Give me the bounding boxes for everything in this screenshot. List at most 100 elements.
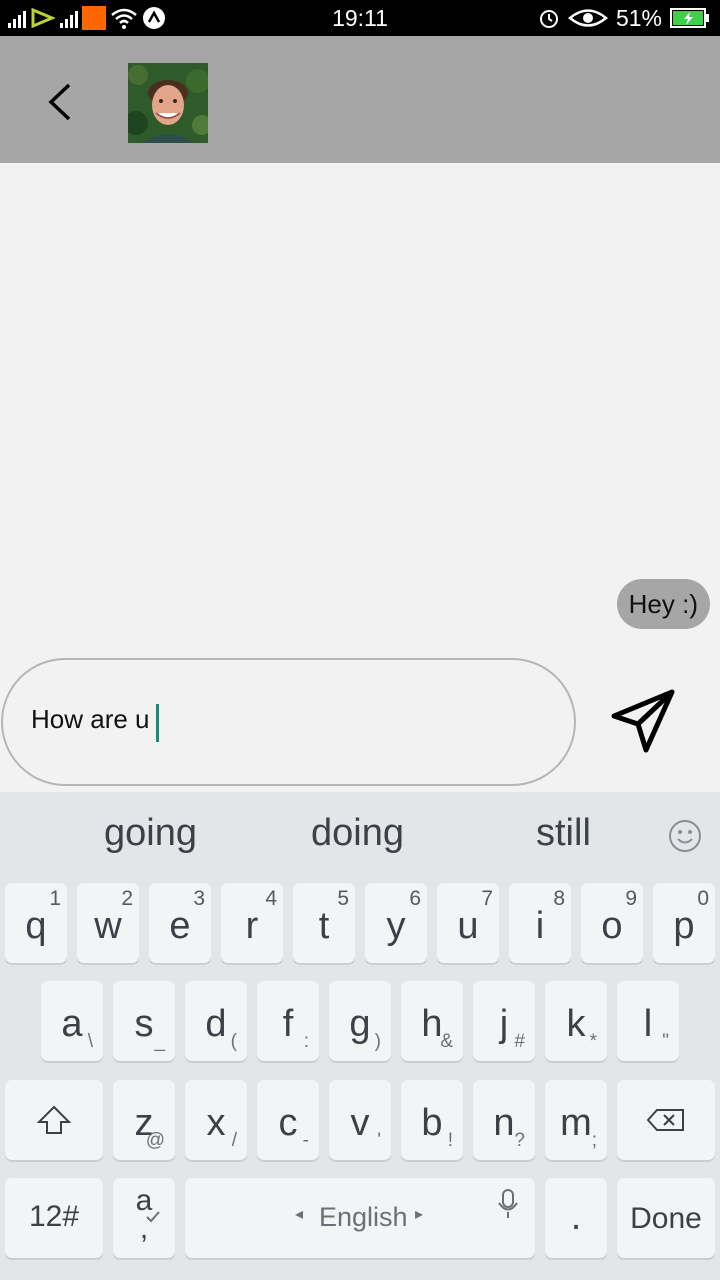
key-label: e [169,905,191,947]
key-label: d [205,1003,227,1045]
key-number-hint: 9 [625,887,637,910]
key-d[interactable]: d( [185,981,247,1061]
key-j[interactable]: j # [473,981,535,1061]
key-symbol-hint: ) [374,1031,381,1052]
language-key-comma: , [139,1212,149,1245]
language-key[interactable]: a , [113,1178,175,1258]
key-label: s [134,1003,154,1045]
numbers-key-label: 12# [28,1200,80,1233]
key-number-hint: 8 [553,887,565,910]
key-k[interactable]: k * [545,981,607,1061]
key-symbol-hint: ? [514,1130,525,1151]
key-symbol-hint: / [231,1130,237,1151]
backspace-key[interactable] [617,1080,715,1160]
avatar-photo [128,63,208,143]
key-n[interactable]: n? [473,1080,535,1160]
message-bubble-sent: Hey :) [616,579,710,629]
back-button[interactable] [38,80,82,124]
shift-key[interactable] [5,1080,103,1160]
suggestion-1[interactable]: going [104,812,197,855]
key-symbol-hint: ( [230,1031,237,1052]
send-button[interactable] [606,686,680,760]
microphone-icon[interactable] [497,1188,519,1220]
key-label: j [499,1003,509,1045]
key-symbol-hint: @ [145,1130,165,1151]
key-e[interactable]: e3 [149,883,211,963]
key-w[interactable]: w2 [77,883,139,963]
key-o[interactable]: o9 [581,883,643,963]
message-input[interactable]: How are u [1,658,576,786]
contact-avatar[interactable] [128,63,208,143]
key-v[interactable]: v ' [329,1080,391,1160]
key-symbol-hint: & [440,1031,453,1052]
backspace-icon [647,1109,684,1131]
period-key[interactable]: . [545,1178,607,1258]
alarm-icon [539,10,558,28]
status-right-icons: 51% [538,4,710,32]
key-label: a [61,1003,83,1045]
key-number-hint: 1 [49,887,61,910]
key-y[interactable]: y6 [365,883,427,963]
key-l[interactable]: l " [617,981,679,1061]
suggestion-2[interactable]: doing [311,812,404,855]
key-number-hint: 5 [337,887,349,910]
numbers-key[interactable]: 12# [5,1178,103,1258]
key-h[interactable]: h & [401,981,463,1061]
key-label: p [673,905,695,947]
key-number-hint: 3 [193,887,205,910]
key-p[interactable]: p0 [653,883,715,963]
battery-percentage: 51% [615,4,662,31]
key-i[interactable]: i8 [509,883,571,963]
key-label: y [386,905,406,947]
key-label: t [318,905,330,947]
space-bar[interactable]: ◂ English ▸ [185,1178,535,1258]
key-t[interactable]: t5 [293,883,355,963]
key-m[interactable]: m; [545,1080,607,1160]
key-label: r [245,905,259,947]
key-symbol-hint: : [303,1031,309,1052]
soft-keyboard: going doing still q 1 w 2 e 3 r 4 t 5 y 6 u 7 i 8 o 9 p 0 a \… [0,792,720,1280]
key-symbol-hint: ' [377,1130,381,1151]
key-z[interactable]: z @ [113,1080,175,1160]
key-number-hint: 7 [481,887,493,910]
key-label: f [282,1003,294,1045]
status-bar: 19:11 51% [0,0,720,36]
key-b[interactable]: b! [401,1080,463,1160]
chevron-left-icon [48,83,71,121]
key-q[interactable]: q1 [5,883,67,963]
suggestion-3[interactable]: still [536,812,591,855]
key-label: n [493,1102,515,1144]
key-s[interactable]: s _ [113,981,175,1061]
key-a[interactable]: a \ [41,981,103,1061]
key-label: u [457,905,479,947]
emoji-icon[interactable] [668,819,702,853]
key-label: b [421,1102,443,1144]
key-g[interactable]: g) [329,981,391,1061]
key-symbol-hint: _ [154,1031,165,1052]
key-label: z [134,1102,154,1144]
done-key-label: Done [630,1202,702,1235]
key-label: x [206,1102,226,1144]
message-list: Hey :) [0,163,720,653]
key-symbol-hint: # [514,1031,525,1052]
period-key-label: . [570,1196,582,1238]
battery-charging-icon [670,8,709,28]
key-number-hint: 2 [121,887,133,910]
key-label: o [601,905,623,947]
key-label: k [566,1003,586,1045]
key-number-hint: 0 [697,887,709,910]
key-label: c [278,1102,298,1144]
key-label: g [349,1003,371,1045]
key-number-hint: 6 [409,887,421,910]
space-bar-label: English [319,1202,408,1232]
key-x[interactable]: x / [185,1080,247,1160]
key-symbol-hint: - [302,1130,309,1151]
key-label: i [535,905,545,947]
key-f[interactable]: f: [257,981,319,1061]
key-symbol-hint: * [589,1031,597,1052]
key-u[interactable]: u7 [437,883,499,963]
key-r[interactable]: r4 [221,883,283,963]
chat-header [0,36,720,163]
key-c[interactable]: c- [257,1080,319,1160]
done-key[interactable]: Done [617,1178,715,1258]
